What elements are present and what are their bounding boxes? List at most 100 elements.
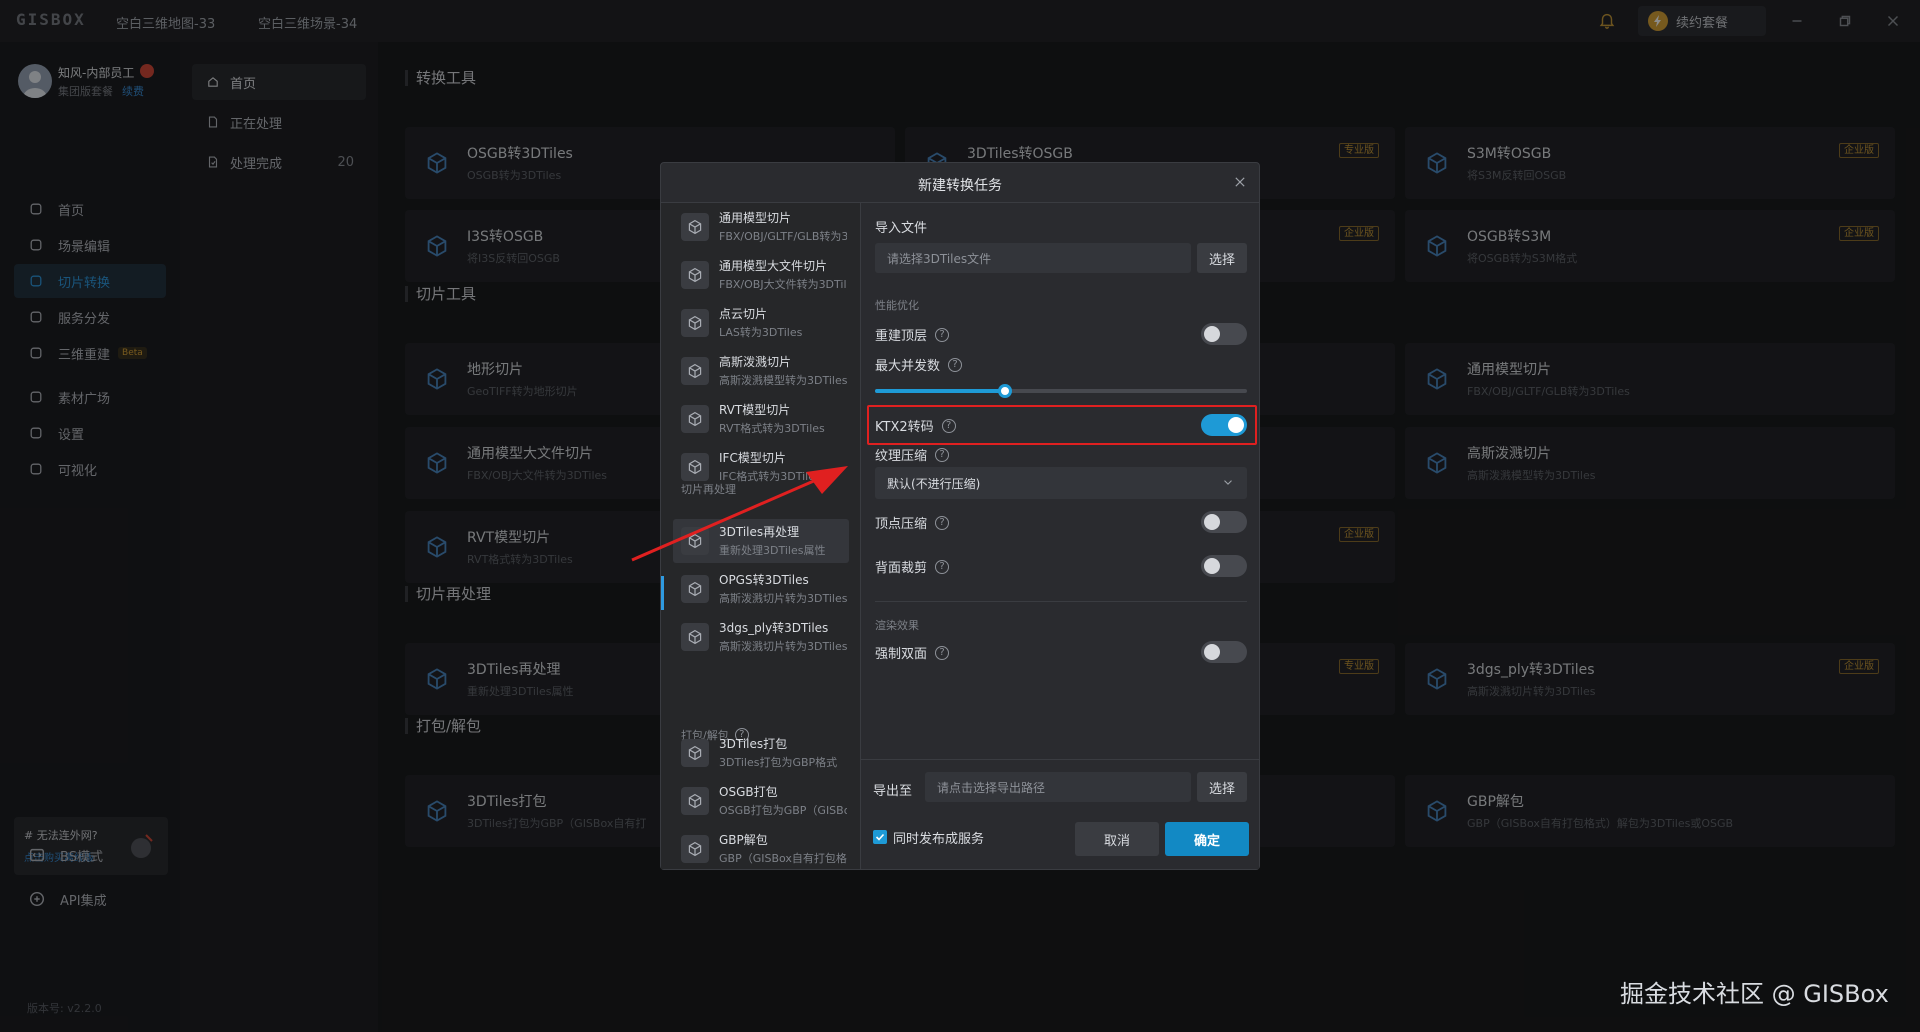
cube-icon xyxy=(688,581,702,597)
backface-cull-label: 背面裁剪? xyxy=(875,557,950,576)
export-choose-button[interactable]: 选择 xyxy=(1197,772,1247,802)
cube-icon-wrap xyxy=(681,575,709,603)
task-type-subtitle: LAS转为3DTiles xyxy=(719,326,803,339)
cube-icon-wrap xyxy=(681,357,709,385)
task-type-subtitle: OSGB打包为GBP（GISBox自有打包格式） xyxy=(719,804,847,817)
dialog-header: 新建转换任务 xyxy=(661,163,1259,203)
task-type-subtitle: FBX/OBJ/GLTF/GLB转为3DTiles xyxy=(719,230,847,243)
cube-icon xyxy=(688,793,702,809)
chevron-down-icon xyxy=(1221,475,1235,489)
cancel-button[interactable]: 取消 xyxy=(1075,822,1159,856)
vertex-compress-text: 顶点压缩 xyxy=(875,517,928,532)
task-type-title: 点云切片 xyxy=(719,307,768,321)
help-icon[interactable]: ? xyxy=(935,559,950,574)
toggle-knob xyxy=(1204,644,1220,660)
annotation-arrow xyxy=(631,466,848,562)
task-type-title: OSGB打包 xyxy=(719,785,778,799)
max-concurrency-label: 最大并发数? xyxy=(875,355,963,374)
cube-icon xyxy=(688,315,702,331)
task-type-title: 通用模型大文件切片 xyxy=(719,259,828,273)
max-concurrency-slider[interactable] xyxy=(875,384,1247,398)
task-type-item[interactable]: OSGB打包 OSGB打包为GBP（GISBox自有打包格式） xyxy=(673,779,849,823)
cube-icon-wrap xyxy=(681,405,709,433)
export-label: 导出至 xyxy=(873,784,913,799)
cube-icon xyxy=(688,411,702,427)
slider-fill xyxy=(875,389,1006,393)
task-type-item[interactable]: GBP解包 GBP（GISBox自有打包格式）解包 xyxy=(673,827,849,871)
confirm-button[interactable]: 确定 xyxy=(1165,822,1249,856)
toggle-knob xyxy=(1228,417,1244,433)
cube-icon xyxy=(688,267,702,283)
cube-icon-wrap xyxy=(681,787,709,815)
task-type-subtitle: 高斯泼溅切片转为3DTiles xyxy=(719,592,847,605)
publish-checkbox[interactable] xyxy=(873,830,887,844)
help-icon[interactable]: ? xyxy=(948,357,963,372)
cube-icon xyxy=(688,629,702,645)
help-icon[interactable]: ? xyxy=(935,515,950,530)
task-type-item[interactable]: 通用模型切片 FBX/OBJ/GLTF/GLB转为3DTiles xyxy=(673,205,849,249)
task-type-subtitle: 高斯泼溅切片转为3DTiles xyxy=(719,640,847,653)
cube-icon xyxy=(688,219,702,235)
ktx2-toggle[interactable] xyxy=(1201,414,1247,436)
divider xyxy=(875,601,1247,602)
task-type-title: 高斯泼溅切片 xyxy=(719,355,792,369)
task-type-item[interactable]: OPGS转3DTiles 高斯泼溅切片转为3DTiles xyxy=(673,567,849,611)
cube-icon-wrap xyxy=(681,623,709,651)
render-group-label: 渲染效果 xyxy=(875,619,919,632)
texture-compress-label: 纹理压缩? xyxy=(875,445,950,464)
cube-icon-wrap xyxy=(681,309,709,337)
vertex-compress-toggle[interactable] xyxy=(1201,511,1247,533)
task-type-item[interactable]: RVT模型切片 RVT格式转为3DTiles xyxy=(673,397,849,441)
task-type-subtitle: 高斯泼溅模型转为3DTiles xyxy=(719,374,847,387)
cube-icon xyxy=(688,841,702,857)
active-indicator xyxy=(661,576,664,610)
texture-compress-select[interactable]: 默认(不进行压缩) xyxy=(875,467,1247,499)
perf-group-label: 性能优化 xyxy=(875,299,919,312)
task-type-title: OPGS转3DTiles xyxy=(719,573,809,587)
cube-icon-wrap xyxy=(681,835,709,863)
task-type-title: 3DTiles打包 xyxy=(719,737,788,751)
dialog-footer: 导出至 请点击选择导出路径 选择 同时发布成服务 取消 确定 xyxy=(861,759,1259,869)
backface-cull-toggle[interactable] xyxy=(1201,555,1247,577)
import-choose-button[interactable]: 选择 xyxy=(1197,243,1247,273)
cube-icon-wrap xyxy=(681,261,709,289)
backface-cull-text: 背面裁剪 xyxy=(875,561,928,576)
cube-icon-wrap xyxy=(681,213,709,241)
task-type-item[interactable]: 通用模型大文件切片 FBX/OBJ大文件转为3DTiles xyxy=(673,253,849,297)
task-type-item[interactable]: 高斯泼溅切片高斯泼溅模型转为3DTiles xyxy=(673,349,849,393)
watermark: 掘金技术社区 @ GISBox xyxy=(1620,980,1889,1008)
help-icon[interactable]: ? xyxy=(935,447,950,462)
rebuild-top-label: 重建顶层? xyxy=(875,325,950,344)
texture-compress-value: 默认(不进行压缩) xyxy=(887,476,981,491)
double-side-text: 强制双面 xyxy=(875,647,928,662)
cube-icon-wrap xyxy=(681,739,709,767)
task-form: 导入文件 请选择3DTiles文件 选择 性能优化 重建顶层? 最大并发数? K… xyxy=(861,203,1259,869)
task-type-subtitle: RVT格式转为3DTiles xyxy=(719,422,825,435)
double-side-label: 强制双面? xyxy=(875,643,950,662)
import-file-input[interactable]: 请选择3DTiles文件 xyxy=(875,243,1191,273)
help-icon[interactable]: ? xyxy=(935,327,950,342)
toggle-knob xyxy=(1204,558,1220,574)
export-path-input[interactable]: 请点击选择导出路径 xyxy=(925,772,1191,802)
task-type-subtitle: FBX/OBJ大文件转为3DTiles xyxy=(719,278,847,291)
double-side-toggle[interactable] xyxy=(1201,641,1247,663)
close-icon[interactable] xyxy=(1233,175,1247,189)
slider-handle[interactable] xyxy=(998,384,1013,398)
task-type-title: 3dgs_ply转3DTiles xyxy=(719,621,829,635)
task-type-item[interactable]: 点云切片 LAS转为3DTiles xyxy=(673,301,849,345)
ktx2-text: KTX2转码 xyxy=(875,420,934,435)
rebuild-top-toggle[interactable] xyxy=(1201,323,1247,345)
help-icon[interactable]: ? xyxy=(935,645,950,660)
publish-label[interactable]: 同时发布成服务 xyxy=(893,828,984,847)
rebuild-top-text: 重建顶层 xyxy=(875,329,928,344)
max-concurrency-text: 最大并发数 xyxy=(875,359,941,374)
ktx2-label: KTX2转码? xyxy=(875,416,956,435)
task-type-title: RVT模型切片 xyxy=(719,403,791,417)
texture-compress-text: 纹理压缩 xyxy=(875,449,928,464)
task-type-item[interactable]: 3DTiles打包 3DTiles打包为GBP格式 xyxy=(673,731,849,775)
help-icon[interactable]: ? xyxy=(941,418,956,433)
task-type-subtitle: 3DTiles打包为GBP格式 xyxy=(719,756,838,769)
toggle-knob xyxy=(1204,514,1220,530)
task-type-item[interactable]: 3dgs_ply转3DTiles 高斯泼溅切片转为3DTiles xyxy=(673,615,849,659)
cube-icon xyxy=(688,745,702,761)
